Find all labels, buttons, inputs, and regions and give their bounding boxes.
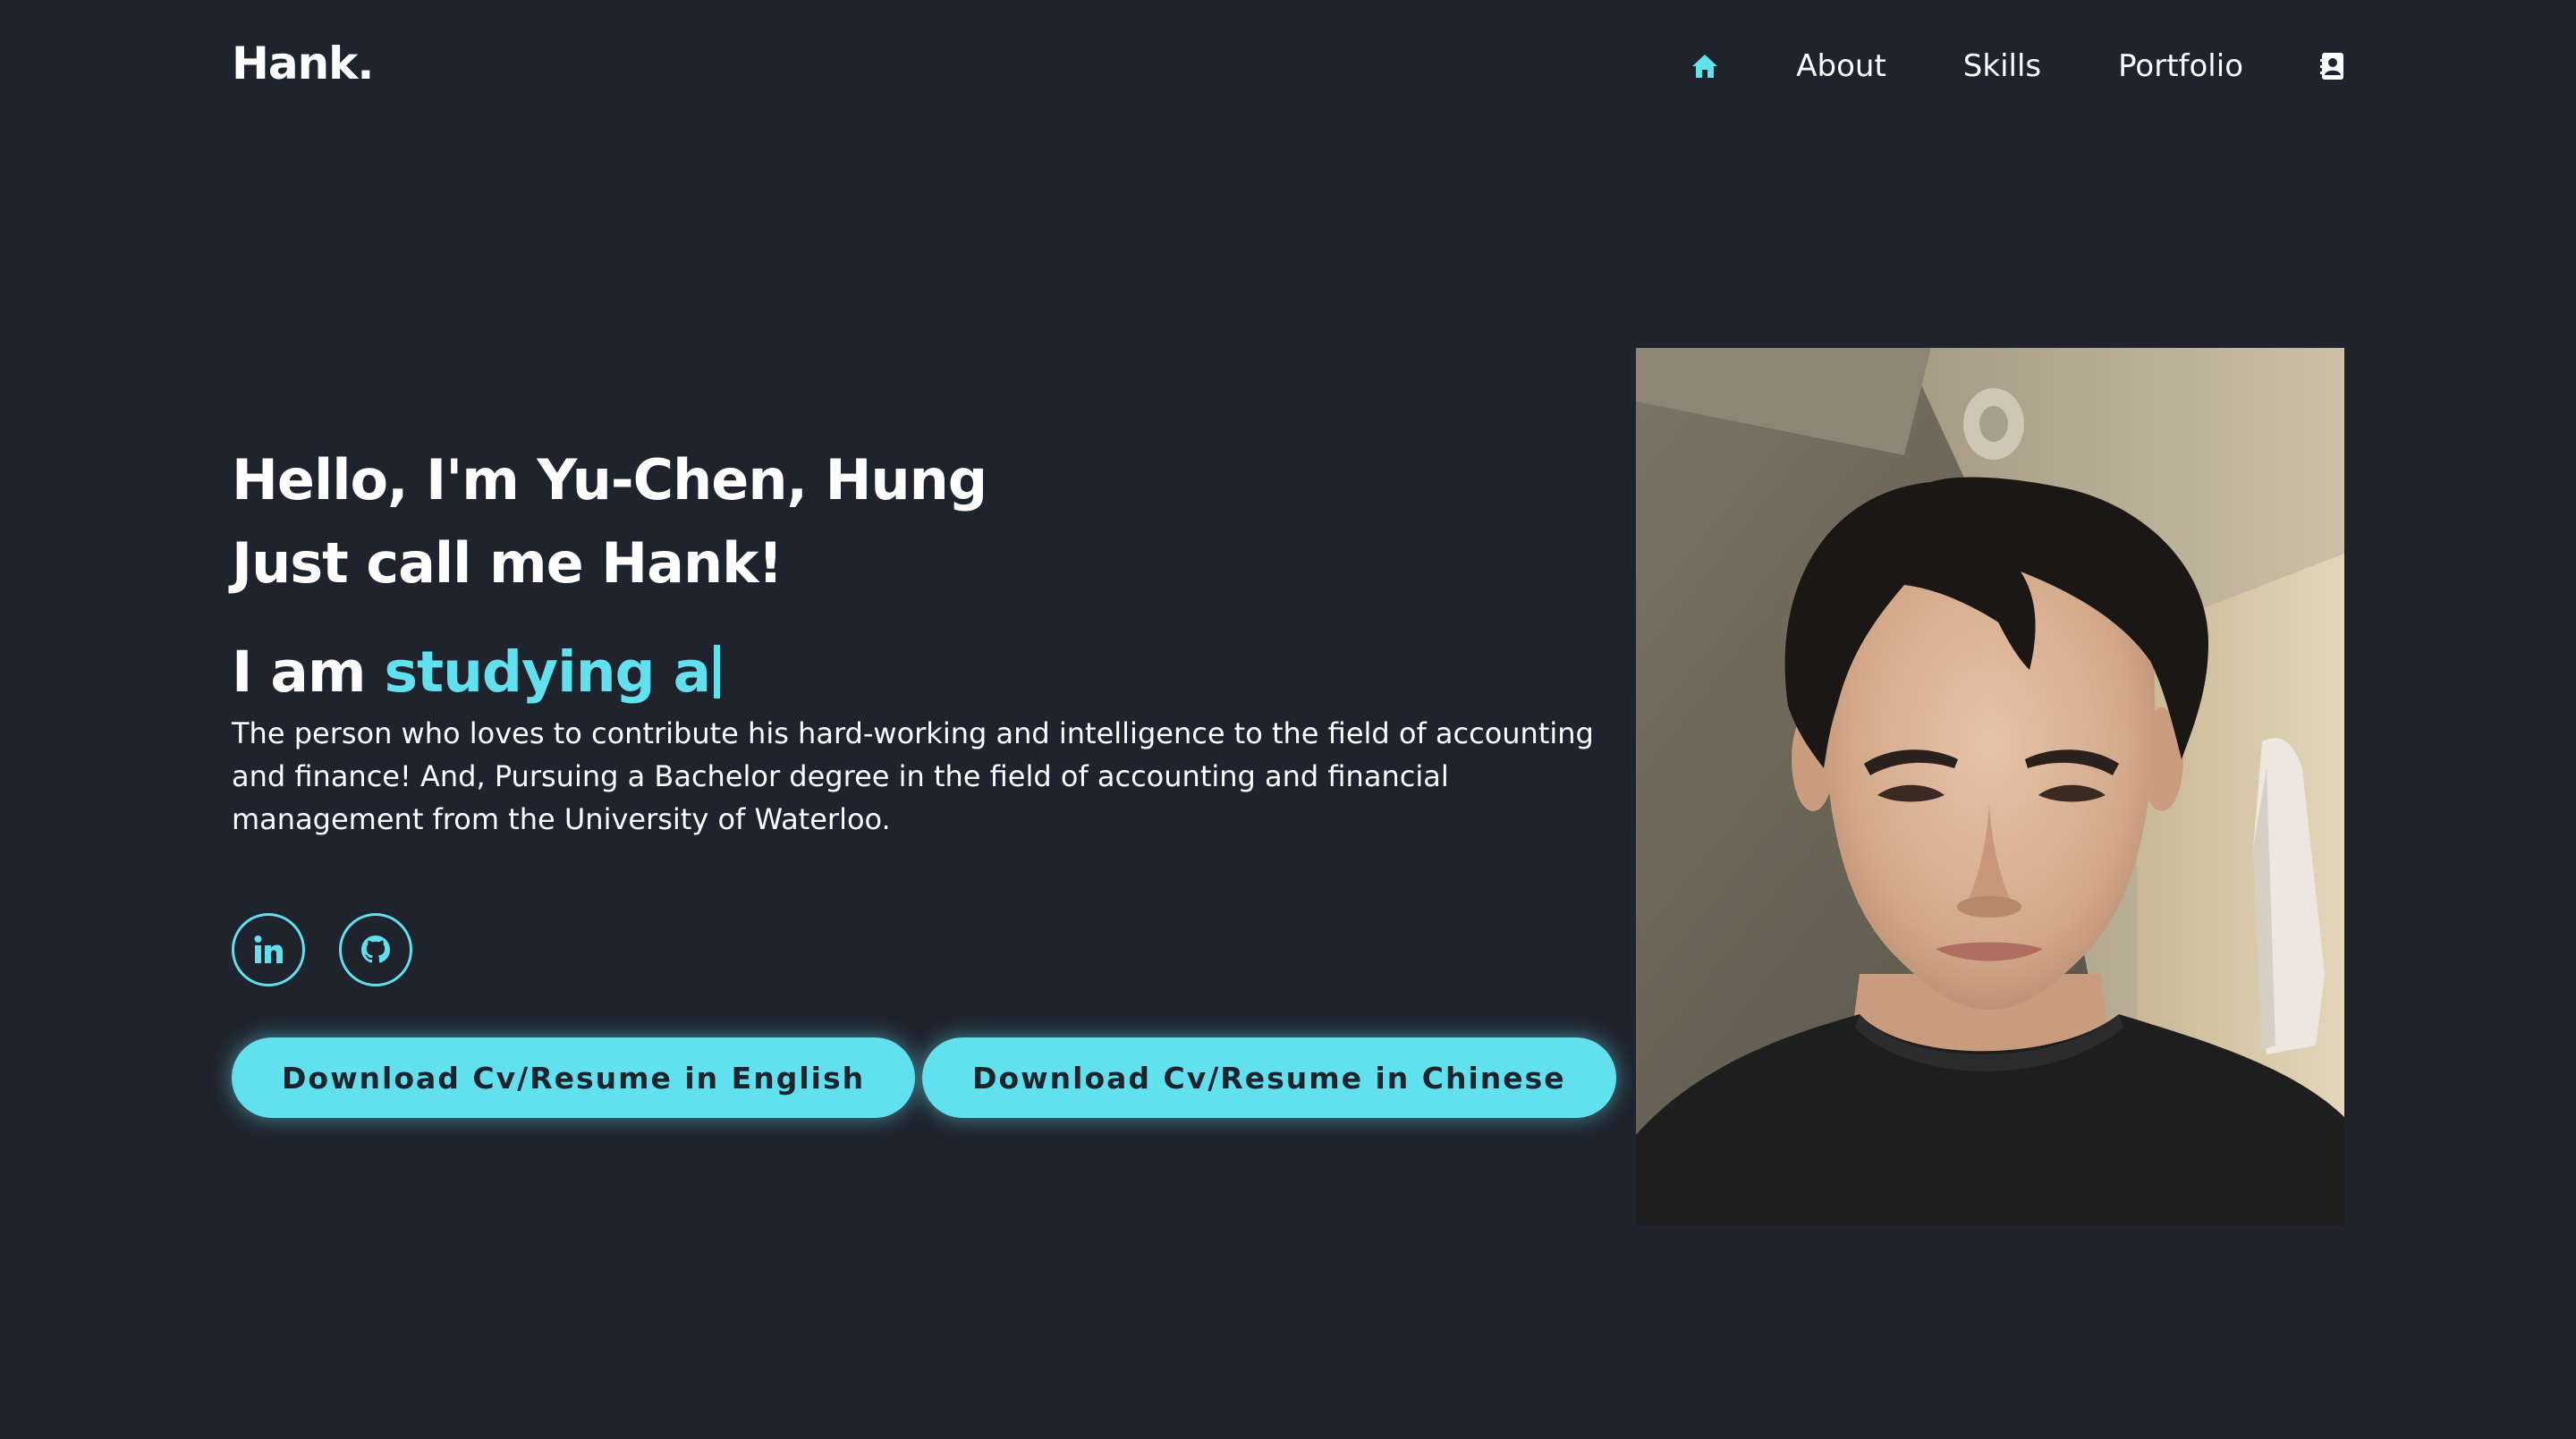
social-links: [232, 913, 446, 986]
logo[interactable]: Hank.: [232, 38, 374, 89]
linkedin-button[interactable]: [232, 913, 305, 986]
hero-title-line-1: Hello, I'm Yu-Chen, Hung: [232, 447, 987, 512]
typing-cursor: [714, 645, 721, 698]
nav-about-link[interactable]: About: [1796, 48, 1886, 84]
download-cv-chinese-button[interactable]: Download Cv/Resume in Chinese: [922, 1037, 1616, 1118]
github-icon: [361, 935, 390, 963]
site-header: Hank. About Skills Portfolio: [0, 0, 2576, 134]
download-cv-english-button[interactable]: Download Cv/Resume in English: [232, 1037, 916, 1118]
typing-text: studying a: [384, 639, 711, 705]
download-buttons: Download Cv/Resume in English Download C…: [232, 1037, 1623, 1118]
nav-portfolio-link[interactable]: Portfolio: [2118, 48, 2243, 84]
typing-headline: I am studying a: [232, 640, 1609, 705]
hero-title: Hello, I'm Yu-Chen, Hung Just call me Ha…: [232, 438, 1609, 605]
hero-section: Hello, I'm Yu-Chen, Hung Just call me Ha…: [232, 438, 1609, 841]
hero-title-line-2: Just call me Hank!: [232, 530, 784, 596]
profile-photo: [1636, 348, 2344, 1225]
linkedin-icon: [254, 935, 283, 963]
github-button[interactable]: [339, 913, 412, 986]
hero-description: The person who loves to contribute his h…: [232, 716, 1594, 836]
home-icon: [1692, 55, 1718, 78]
nav-skills-link[interactable]: Skills: [1963, 48, 2041, 84]
typing-prefix: I am: [232, 639, 385, 705]
portrait-illustration: [1636, 348, 2344, 1225]
nav-contact-link[interactable]: [2320, 52, 2345, 80]
contact-card-icon: [2320, 53, 2343, 80]
main-nav: About Skills Portfolio: [1690, 43, 2345, 89]
nav-home-link[interactable]: [1690, 53, 1719, 80]
